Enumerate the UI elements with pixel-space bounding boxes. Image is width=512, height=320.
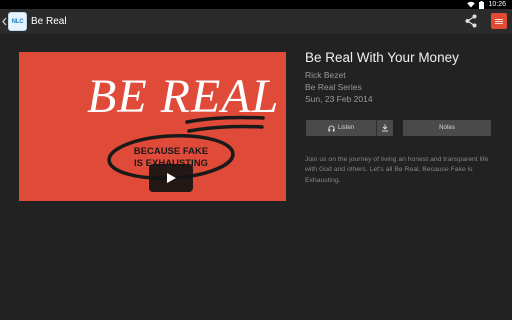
- artwork-title: BE REAL: [87, 70, 279, 123]
- headphones-icon: [328, 125, 335, 132]
- play-button[interactable]: [149, 164, 193, 192]
- artwork-tagline-line1: BECAUSE FAKE: [134, 146, 208, 157]
- battery-icon: [479, 0, 485, 9]
- sermon-speaker: Rick Bezet: [305, 70, 346, 80]
- sermon-series: Be Real Series: [305, 82, 362, 92]
- share-icon[interactable]: [463, 13, 479, 29]
- status-time: 10:26: [488, 1, 506, 8]
- play-icon: [167, 173, 176, 183]
- download-button[interactable]: [376, 120, 393, 136]
- wifi-icon: [467, 1, 476, 8]
- status-icons: 10:26: [467, 0, 506, 9]
- app-logo[interactable]: NLC: [8, 12, 27, 31]
- listen-label: Listen: [337, 125, 354, 131]
- status-bar: 10:26: [0, 0, 512, 9]
- brand-logo-icon[interactable]: [491, 13, 507, 29]
- action-bar: NLC Be Real: [0, 9, 512, 34]
- sermon-date: Sun, 23 Feb 2014: [305, 94, 373, 104]
- sermon-description: Join us on the journey of living an hone…: [305, 156, 489, 184]
- notes-button[interactable]: Notes: [403, 120, 491, 136]
- notes-label: Notes: [439, 125, 455, 131]
- sermon-title: Be Real With Your Money: [305, 50, 459, 65]
- listen-button[interactable]: Listen: [306, 120, 376, 136]
- chevron-left-icon[interactable]: [1, 15, 8, 28]
- video-thumbnail[interactable]: BE REAL BECAUSE FAKE IS EXHAUSTING: [19, 52, 286, 201]
- app-logo-text: NLC: [11, 18, 24, 25]
- app-title: Be Real: [31, 16, 67, 27]
- download-icon: [382, 124, 388, 132]
